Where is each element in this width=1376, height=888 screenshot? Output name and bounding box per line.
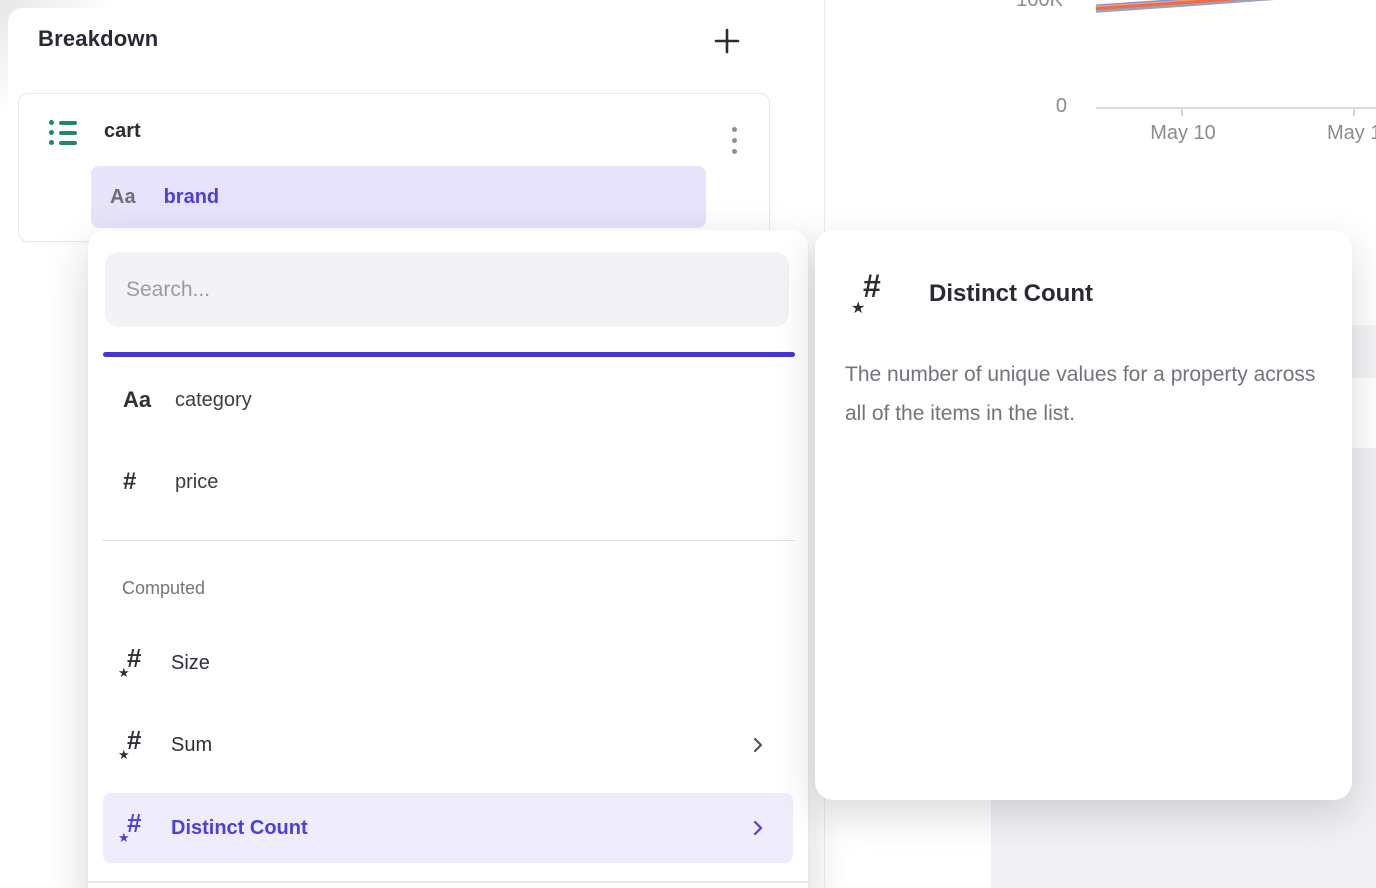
dropdown-item-size[interactable]: # ★ Size (103, 632, 793, 694)
info-popover: # ★ Distinct Count The number of unique … (815, 230, 1352, 800)
text-property-type-icon: Aa (110, 186, 136, 209)
app-screen: 100K 0 May 10 May 1 Breakdown cart (0, 0, 1376, 888)
dropdown-item-distinct-count[interactable]: # ★ Distinct Count (103, 793, 793, 863)
property-dropdown: Aa category # price Computed # ★ Size # … (88, 230, 808, 888)
number-property-type-icon: # (123, 468, 175, 496)
popover-title: Distinct Count (929, 280, 1093, 308)
search-input[interactable] (105, 252, 789, 327)
breakdown-source-name: cart (104, 120, 141, 143)
breakdown-card: cart Aa brand (18, 93, 770, 242)
kebab-icon (732, 127, 737, 132)
chevron-right-icon (752, 819, 764, 837)
dropdown-item-label: price (175, 471, 218, 494)
text-property-type-icon: Aa (123, 387, 175, 413)
table-row-band (1351, 325, 1376, 378)
add-breakdown-button[interactable] (704, 18, 750, 64)
search-box (105, 252, 789, 327)
dropdown-item-label: category (175, 389, 252, 412)
selected-property-label: brand (164, 186, 220, 209)
dropdown-item-sum[interactable]: # ★ Sum (103, 714, 793, 776)
computed-number-icon: # ★ (119, 643, 171, 683)
dropdown-item-category[interactable]: Aa category (103, 369, 793, 431)
plus-icon (712, 26, 742, 56)
computed-number-icon: # ★ (853, 268, 909, 320)
list-property-icon (49, 120, 77, 145)
section-divider (102, 540, 795, 541)
computed-section-heading: Computed (122, 578, 205, 599)
selected-item-indicator (103, 352, 795, 357)
computed-number-icon: # ★ (119, 808, 171, 848)
chevron-right-icon (752, 736, 764, 754)
section-divider (88, 881, 808, 883)
line-chart (1096, 0, 1376, 128)
computed-number-icon: # ★ (119, 725, 171, 765)
y-axis-label-100k: 100K (1003, 0, 1063, 12)
dropdown-item-price[interactable]: # price (103, 451, 793, 513)
dropdown-item-label: Size (171, 652, 210, 675)
selected-property-pill[interactable]: Aa brand (91, 166, 706, 228)
dropdown-item-label: Sum (171, 734, 212, 757)
card-menu-button[interactable] (719, 118, 749, 162)
breakdown-section-title: Breakdown (38, 26, 158, 52)
y-axis-label-0: 0 (1007, 95, 1067, 118)
breakdown-source-row[interactable]: cart (19, 106, 769, 160)
dropdown-item-label: Distinct Count (171, 817, 308, 840)
popover-description: The number of unique values for a proper… (845, 355, 1327, 433)
